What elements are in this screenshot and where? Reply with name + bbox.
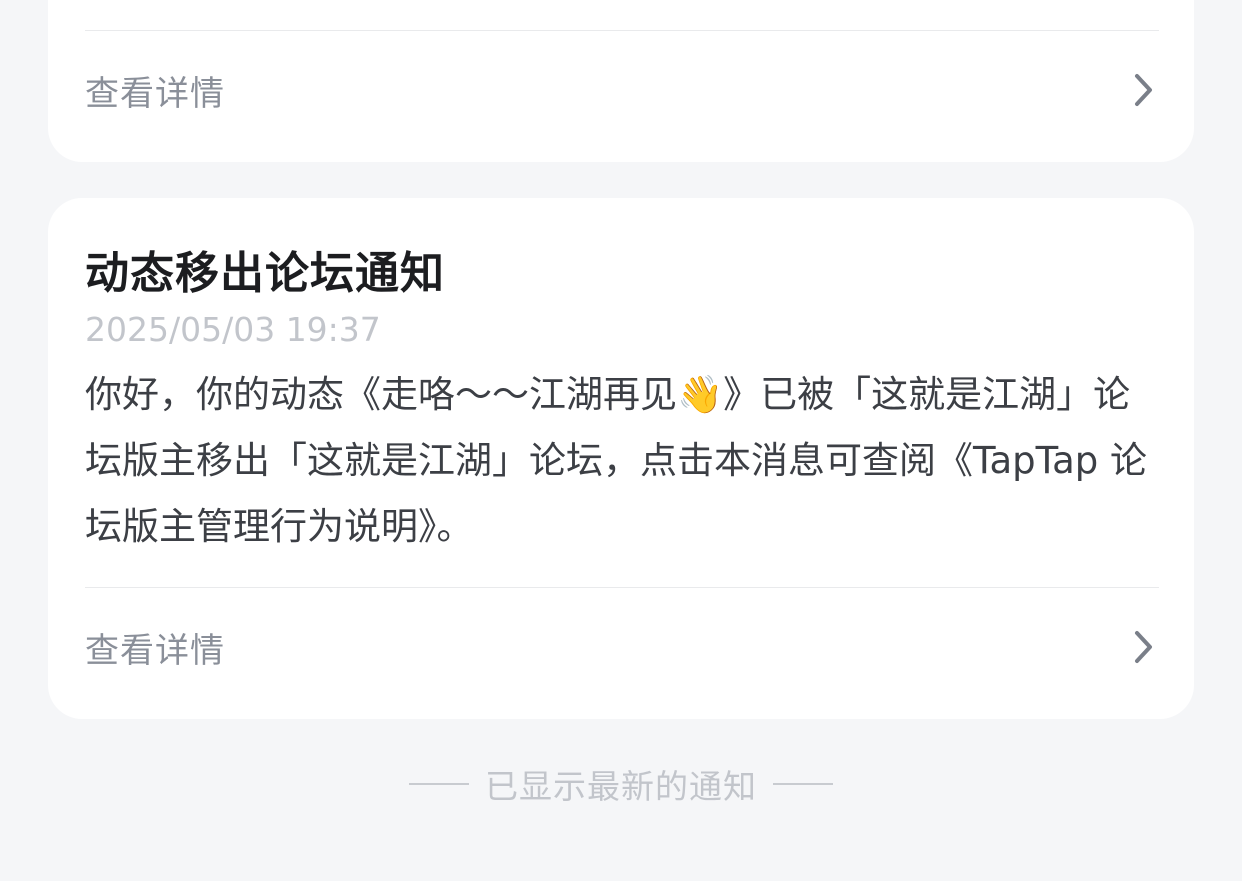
end-of-list-indicator: 已显示最新的通知 <box>0 762 1242 806</box>
view-details-label: 查看详情 <box>85 73 225 114</box>
divider <box>85 30 1159 31</box>
chevron-right-icon <box>1129 70 1159 110</box>
footer-text: 已显示最新的通知 <box>485 767 757 806</box>
view-details-button[interactable]: 查看详情 <box>85 40 1159 140</box>
footer-line-left <box>409 783 469 785</box>
notification-body: 你好，你的动态《走咯～～江湖再见👋》已被「这就是江湖」论坛版主移出「这就是江湖」… <box>85 373 1148 548</box>
divider <box>85 587 1159 588</box>
notification-title: 动态移出论坛通知 <box>85 248 445 299</box>
view-details-label: 查看详情 <box>85 630 225 671</box>
previous-notification-card: 查看详情 <box>48 0 1194 162</box>
notification-timestamp: 2025/05/03 19:37 <box>85 310 381 349</box>
footer-line-right <box>773 783 833 785</box>
chevron-right-icon <box>1129 627 1159 667</box>
notification-card[interactable]: 动态移出论坛通知 2025/05/03 19:37 你好，你的动态《走咯～～江湖… <box>48 198 1194 719</box>
view-details-button[interactable]: 查看详情 <box>85 597 1159 697</box>
